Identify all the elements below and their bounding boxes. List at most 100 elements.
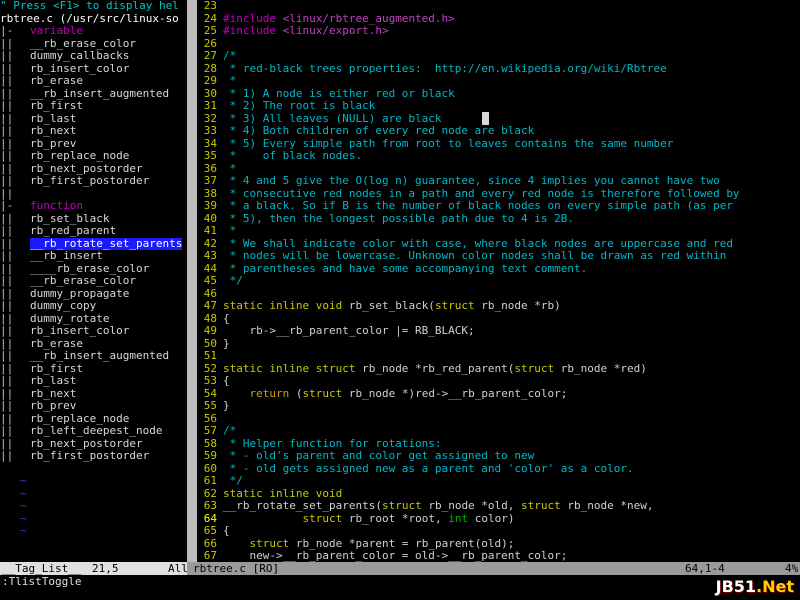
fold-guide: || [0,275,14,287]
code-line[interactable]: 58 * Helper function for rotations: [197,438,800,451]
code-token: */ [223,475,243,487]
taglist-item[interactable]: || rb_replace_node [0,413,187,426]
taglist-pane[interactable]: " Press <F1> to display hel rbtree.c (/us… [0,0,187,562]
taglist-item[interactable]: || __rb_insert_augmented [0,350,187,363]
code-line[interactable]: 45 */ [197,275,800,288]
code-line[interactable]: 39 * a black. So if B is the number of b… [197,200,800,213]
taglist-item[interactable]: || rb_prev [0,400,187,413]
code-token: int [448,512,469,525]
code-line[interactable]: 52 static inline struct rb_node *rb_red_p… [197,363,800,376]
code-line[interactable]: 26 [197,38,800,51]
code-line[interactable]: 66 struct rb_node *parent = rb_parent(ol… [197,538,800,551]
line-number: 30 [203,87,217,100]
taglist-item[interactable]: || ____rb_erase_color [0,263,187,276]
code-token: /* [223,50,237,62]
code-line[interactable]: 41 * [197,225,800,238]
code-line[interactable]: 30 * 1) A node is either red or black [197,88,800,101]
line-number: 46 [203,287,217,300]
code-line[interactable]: 29 * [197,75,800,88]
taglist-item[interactable]: || rb_next [0,388,187,401]
taglist-item[interactable]: || dummy_copy [0,300,187,313]
code-line[interactable]: 25 #include <linux/export.h> [197,25,800,38]
code-line[interactable]: 44 * parentheses and have some accompany… [197,263,800,276]
code-token: ( [289,387,303,400]
taglist-item[interactable]: || rb_next_postorder [0,438,187,451]
code-line[interactable]: 56 [197,413,800,426]
taglist-item[interactable]: || rb_insert_color [0,325,187,338]
command-line[interactable]: :TlistToggle [0,575,800,600]
taglist-item[interactable]: || rb_next_postorder [0,163,187,176]
window-separator[interactable] [187,0,197,562]
code-line[interactable]: 51 [197,350,800,363]
code-line[interactable]: 62 static inline void [197,488,800,501]
taglist-item[interactable]: || rb_set_black [0,213,187,226]
taglist-item[interactable]: || rb_last [0,113,187,126]
taglist-item[interactable]: || rb_first [0,100,187,113]
code-line[interactable]: 57 /* [197,425,800,438]
taglist-item[interactable]: || __rb_erase_color [0,275,187,288]
taglist-item-label: __rb_insert_augmented [30,87,170,100]
code-line[interactable]: 64 struct rb_root *root, int color) [197,513,800,526]
code-line[interactable]: 55} [197,400,800,413]
taglist-item[interactable]: || rb_first [0,363,187,376]
code-line[interactable]: 50} [197,338,800,351]
code-line[interactable]: 47 static inline void rb_set_black(struct… [197,300,800,313]
taglist-item[interactable]: || rb_first_postorder [0,175,187,188]
taglist-item[interactable]: || rb_next [0,125,187,138]
code-line[interactable]: 48 { [197,313,800,326]
code-line[interactable]: 38 * consecutive red nodes in a path and… [197,188,800,201]
taglist-file-line[interactable]: rbtree.c (/usr/src/linux-so [0,13,187,26]
code-line[interactable]: 31 * 2) The root is black [197,100,800,113]
code-line[interactable]: 49 rb->__rb_parent_color |= RB_BLACK; [197,325,800,338]
taglist-item[interactable]: || rb_prev [0,138,187,151]
taglist-item[interactable]: || __rb_insert [0,250,187,263]
line-number: 61 [203,475,217,487]
code-line[interactable]: 61 */ [197,475,800,488]
taglist-item[interactable]: || __rb_erase_color [0,38,187,51]
code-line[interactable]: 59 * - old's parent and color get assign… [197,450,800,463]
code-token: #include [223,25,283,37]
taglist-item[interactable]: || rb_left_deepest_node [0,425,187,438]
taglist-item[interactable]: || __rb_rotate_set_parents [0,237,187,251]
taglist-group-header[interactable]: |- variable [0,25,187,38]
taglist-item[interactable]: || rb_replace_node [0,150,187,163]
taglist-item[interactable]: || rb_first_postorder [0,450,187,463]
code-line[interactable]: 65 { [197,525,800,538]
code-line[interactable]: 27 /* [197,50,800,63]
code-line[interactable]: 46 [197,288,800,301]
taglist-item[interactable]: || rb_red_parent [0,225,187,238]
code-line[interactable]: 33 * 4) Both children of every red node … [197,125,800,138]
code-line[interactable]: 28 * red-black trees properties: http://… [197,63,800,76]
line-number: 55 [203,400,217,412]
code-line[interactable]: 32 * 3) All leaves (NULL) are black [197,113,800,126]
taglist-item[interactable]: || rb_erase [0,338,187,351]
taglist-item[interactable]: || __rb_insert_augmented [0,88,187,101]
code-line[interactable]: 43 * nodes will be lowercase. Unknown co… [197,250,800,263]
code-line[interactable]: 37 * 4 and 5 give the O(log n) guarantee… [197,175,800,188]
taglist-group-header[interactable]: |- function [0,200,187,213]
code-line[interactable]: 67 new->__rb_parent_color = old->__rb_pa… [197,550,800,562]
taglist-item-label: rb_first_postorder [30,450,150,462]
code-line[interactable]: 54 return (struct rb_node *)red->__rb_pa… [197,388,800,401]
taglist-item[interactable]: || rb_last [0,375,187,388]
taglist-item[interactable]: || rb_erase [0,75,187,88]
code-line[interactable]: 35 * of black nodes. [197,150,800,163]
code-line[interactable]: 60 * - old gets assigned new as a parent… [197,463,800,476]
editor-pane[interactable]: 23 24 #include <linux/rbtree_augmented.h> 2… [197,0,800,562]
code-line[interactable]: 42 * We shall indicate color with case, … [197,238,800,251]
taglist-item[interactable]: || dummy_propagate [0,288,187,301]
taglist-item[interactable]: || dummy_callbacks [0,50,187,63]
code-line[interactable]: 40 * 5), then the longest possible path … [197,213,800,226]
taglist-item[interactable]: || rb_insert_color [0,63,187,76]
line-number: 56 [203,412,217,425]
code-line[interactable]: 53 { [197,375,800,388]
code-line[interactable]: 36 * [197,163,800,176]
code-line[interactable]: 24 #include <linux/rbtree_augmented.h> [197,13,800,26]
taglist-item[interactable]: || dummy_rotate [0,313,187,326]
line-number: 36 [203,162,217,175]
code-line[interactable]: 34 * 5) Every simple path from root to l… [197,138,800,151]
code-line[interactable]: 63 __rb_rotate_set_parents(struct rb_node… [197,500,800,513]
code-token: { [223,312,230,325]
code-line[interactable]: 23 [197,0,800,13]
